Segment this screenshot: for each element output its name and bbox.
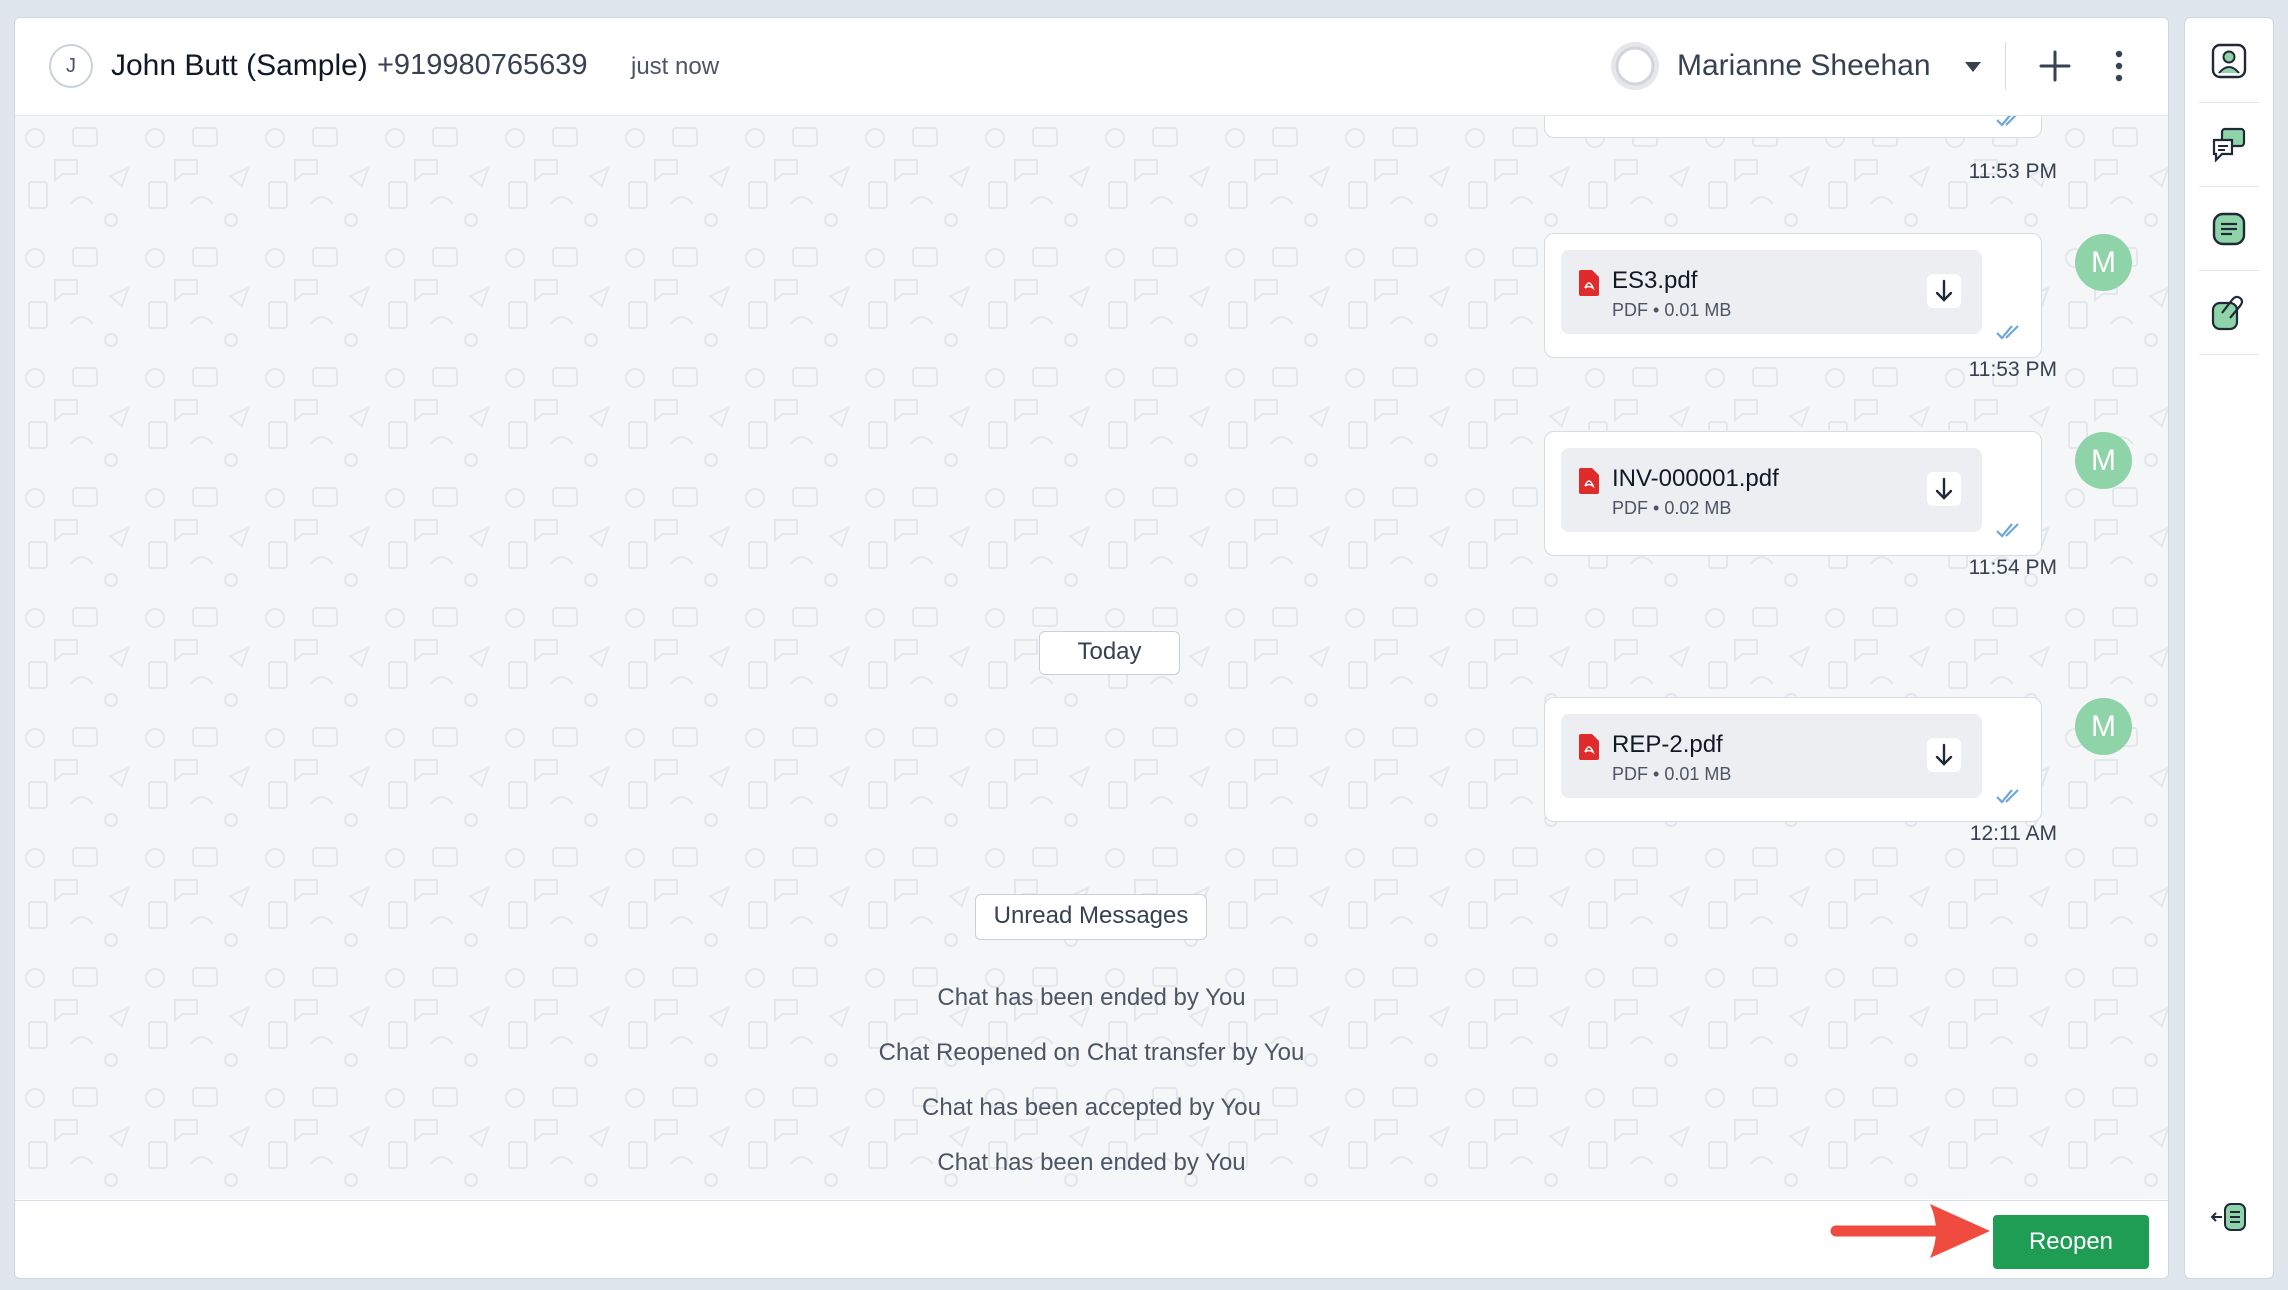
notes-tab[interactable] [2185, 190, 2273, 270]
system-message: Chat Reopened on Chat transfer by You [878, 1039, 1305, 1066]
file-size: 0.01 MB [1664, 764, 1732, 784]
message-avatar: M [2075, 432, 2132, 489]
attachments-icon [2211, 295, 2244, 331]
file-attachment[interactable]: REP-2.pdf PDF • 0.01 MB [1561, 714, 1982, 798]
agent-name[interactable]: Marianne Sheehan [1677, 49, 1931, 83]
download-button[interactable] [1927, 472, 1961, 506]
file-size: 0.01 MB [1664, 300, 1732, 320]
user-silhouette-icon [1611, 42, 1659, 90]
right-sidebar [2184, 17, 2274, 1279]
system-message: Chat has been ended by You [937, 984, 1246, 1011]
message-list[interactable]: 11:53 PM ES3.pdf PDF • 0.01 MB 11:53 PM … [15, 116, 2168, 1199]
file-meta: PDF • 0.01 MB [1612, 300, 1732, 320]
read-ticks-icon [1996, 325, 2019, 340]
file-meta: PDF • 0.01 MB [1612, 764, 1732, 784]
download-button[interactable] [1927, 738, 1961, 772]
file-name: REP-2.pdf [1612, 731, 1723, 758]
message-bubble[interactable]: INV-000001.pdf PDF • 0.02 MB [1544, 431, 2042, 556]
reopen-button[interactable]: Reopen [1993, 1215, 2149, 1269]
message-bubble[interactable] [1544, 116, 2042, 138]
rail-divider [2199, 270, 2259, 271]
download-icon [1935, 477, 1953, 500]
rail-divider [2199, 354, 2259, 355]
message-avatar: M [2075, 698, 2132, 755]
contact-icon [2211, 43, 2247, 79]
rail-divider [2199, 102, 2259, 103]
read-ticks-icon [1996, 116, 2017, 127]
date-separator: Today [1039, 631, 1180, 675]
download-icon [1935, 279, 1953, 302]
rail-divider [2199, 186, 2259, 187]
message-time: 11:53 PM [1968, 358, 2057, 381]
collapse-panel-icon [2210, 1203, 2246, 1231]
file-meta: PDF • 0.02 MB [1612, 498, 1732, 518]
message-time: 12:11 AM [1969, 822, 2057, 845]
header-divider [2005, 42, 2006, 90]
annotation-arrow-icon [1830, 1204, 1990, 1258]
agent-avatar[interactable] [1611, 42, 1659, 90]
chat-history-tab[interactable] [2185, 106, 2273, 186]
system-message: Chat has been ended by You [937, 1149, 1246, 1176]
file-attachment[interactable]: INV-000001.pdf PDF • 0.02 MB [1561, 448, 1982, 532]
pdf-file-icon [1579, 734, 1599, 760]
message-time: 11:54 PM [1968, 556, 2057, 579]
message-bubble[interactable]: REP-2.pdf PDF • 0.01 MB [1544, 697, 2042, 822]
file-type: PDF [1612, 764, 1648, 784]
read-ticks-icon [1996, 523, 2019, 538]
file-name: INV-000001.pdf [1612, 465, 1779, 492]
file-type: PDF [1612, 300, 1648, 320]
message-time: 11:53 PM [1968, 160, 2057, 183]
chat-panel: J John Butt (Sample) +919980765639 just … [14, 17, 2169, 1279]
pdf-file-icon [1579, 468, 1599, 494]
file-name: ES3.pdf [1612, 267, 1698, 294]
contact-initial: J [66, 54, 76, 77]
message-bubble[interactable]: ES3.pdf PDF • 0.01 MB [1544, 233, 2042, 358]
notes-icon [2212, 212, 2246, 246]
contact-phone: +919980765639 [377, 49, 588, 81]
download-button[interactable] [1927, 274, 1961, 308]
last-seen: just now [631, 53, 720, 80]
message-avatar: M [2075, 234, 2132, 291]
contact-name[interactable]: John Butt (Sample) [111, 49, 368, 83]
chat-header: J John Butt (Sample) +919980765639 just … [15, 18, 2168, 116]
more-vertical-icon[interactable] [2107, 46, 2131, 86]
collapse-panel-button[interactable] [2185, 1178, 2273, 1258]
plus-icon[interactable] [2035, 46, 2075, 86]
chevron-down-icon[interactable] [1965, 62, 1981, 72]
chat-history-icon [2212, 127, 2246, 163]
attachments-tab[interactable] [2185, 274, 2273, 354]
file-type: PDF [1612, 498, 1648, 518]
contact-avatar[interactable]: J [49, 44, 93, 88]
download-icon [1935, 743, 1953, 766]
read-ticks-icon [1996, 789, 2019, 804]
unread-separator: Unread Messages [975, 894, 1207, 940]
file-attachment[interactable]: ES3.pdf PDF • 0.01 MB [1561, 250, 1982, 334]
pdf-file-icon [1579, 270, 1599, 296]
system-message: Chat has been accepted by You [922, 1094, 1261, 1121]
file-size: 0.02 MB [1664, 498, 1732, 518]
contact-info-tab[interactable] [2185, 22, 2273, 102]
